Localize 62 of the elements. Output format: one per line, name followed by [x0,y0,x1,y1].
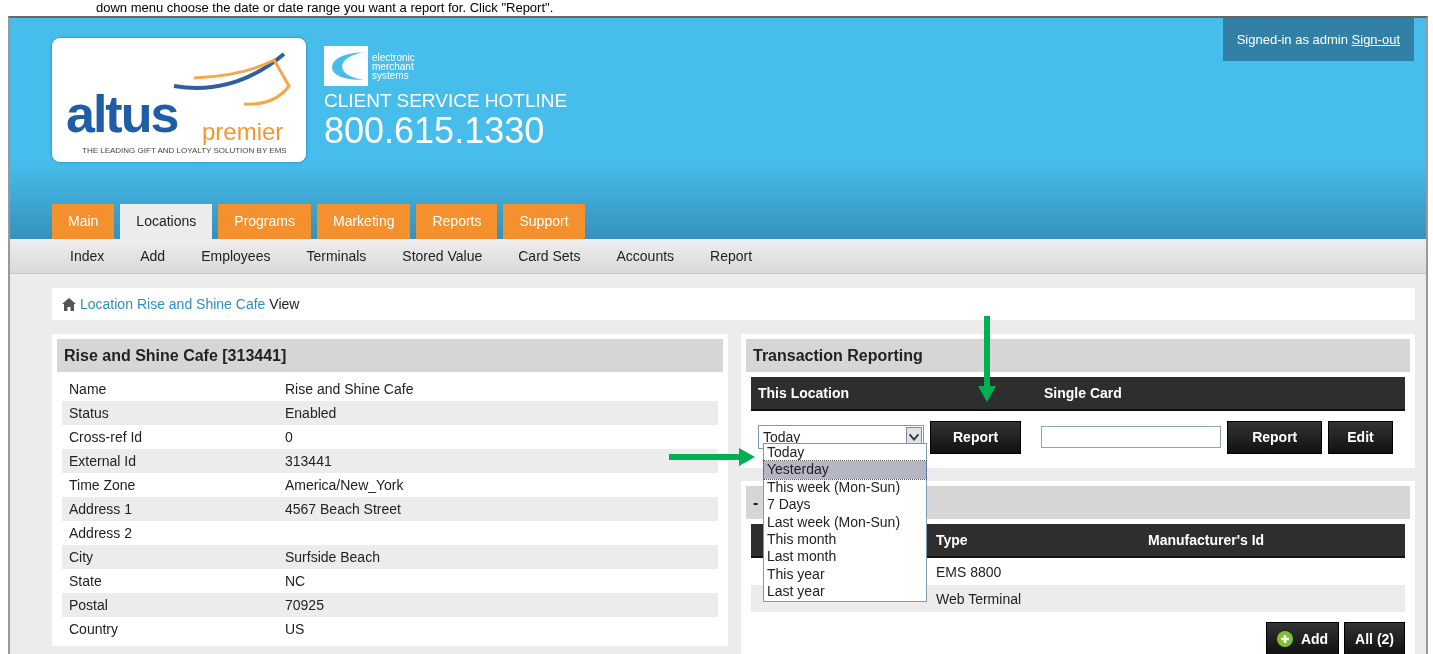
ems-logo-icon [324,46,368,86]
field-value: 70925 [284,597,324,613]
field-label: Country [68,621,120,637]
home-icon[interactable] [62,297,76,311]
field-value: 4567 Beach Street [284,501,401,517]
report-button[interactable]: Report [1227,420,1323,454]
subnav-link[interactable]: Add [122,248,184,264]
field-label: Postal [68,597,109,613]
subnav-link[interactable]: Accounts [598,248,693,264]
field-value: America/New_York [284,477,404,493]
field-value: 0 [284,429,293,445]
subnav-link[interactable]: Card Sets [500,248,599,264]
hotline-number: 800.615.1330 [324,112,546,150]
subnav-link[interactable]: Report [692,248,771,264]
field-value: 313441 [284,453,332,469]
table-cell-text: Web Terminal [935,590,1022,607]
field-label: Cross-ref Id [68,429,144,445]
field-value: NC [284,573,306,589]
breadcrumb-link[interactable]: Location [80,296,133,312]
panel-title: Transaction Reporting [746,339,1410,372]
field-label: Status [68,405,110,421]
plus-icon [1276,630,1293,647]
breadcrumb-link[interactable]: Rise and Shine Cafe [136,296,266,312]
logo-suffix: premier [202,118,284,146]
subnav-link[interactable]: Index [52,248,123,264]
add-button[interactable]: Add [1265,622,1340,654]
field-value: Enabled [284,405,337,421]
field-label: Time Zone [68,477,137,493]
section-label: This Location [757,385,850,401]
subnav-link[interactable]: Employees [183,248,289,264]
dropdown-option[interactable]: Yesterday [764,461,926,479]
sign-out-link[interactable]: Sign-out [1351,32,1400,47]
card-number-field[interactable] [1041,426,1222,448]
edit-button[interactable]: Edit [1328,420,1393,454]
column-header: Type [935,532,969,548]
field-label: External Id [68,453,137,469]
hotline-label: CLIENT SERVICE HOTLINE [324,90,568,112]
section-label: Single Card [1043,385,1122,401]
field-label: City [68,549,95,565]
breadcrumb-current: View [269,296,300,312]
instruction-text: down menu choose the date or date range you want a report for. Click "Report". [95,0,555,16]
report-button[interactable]: Report [930,420,1022,454]
right-arrow-icon [669,448,755,466]
panel-title: Rise and Shine Cafe [313441] [57,339,723,372]
ems-logo-text: electronic merchant systems [372,52,415,80]
field-label: Address 1 [68,501,134,517]
field-label: Name [68,381,108,397]
subnav-link[interactable]: Stored Value [384,248,501,264]
column-header: Manufacturer's Id [1147,532,1265,548]
logo-word: altus [66,84,178,144]
logo-tagline: THE LEADING GIFT AND LOYALTY SOLUTION BY EMS [82,146,287,155]
signed-in-text: Signed-in as admin [1236,32,1349,47]
subnav-link[interactable]: Terminals [288,248,385,264]
field-value: Surfside Beach [284,549,380,565]
all-button[interactable]: All (2) [1344,622,1405,654]
field-label: State [68,573,103,589]
field-label: Address 2 [68,525,134,541]
field-value: Rise and Shine Cafe [284,381,414,397]
nav-tab[interactable]: Locations [120,204,213,239]
field-value: US [284,621,305,637]
table-cell-text: EMS 8800 [935,563,1002,580]
down-arrow-icon [978,316,996,402]
